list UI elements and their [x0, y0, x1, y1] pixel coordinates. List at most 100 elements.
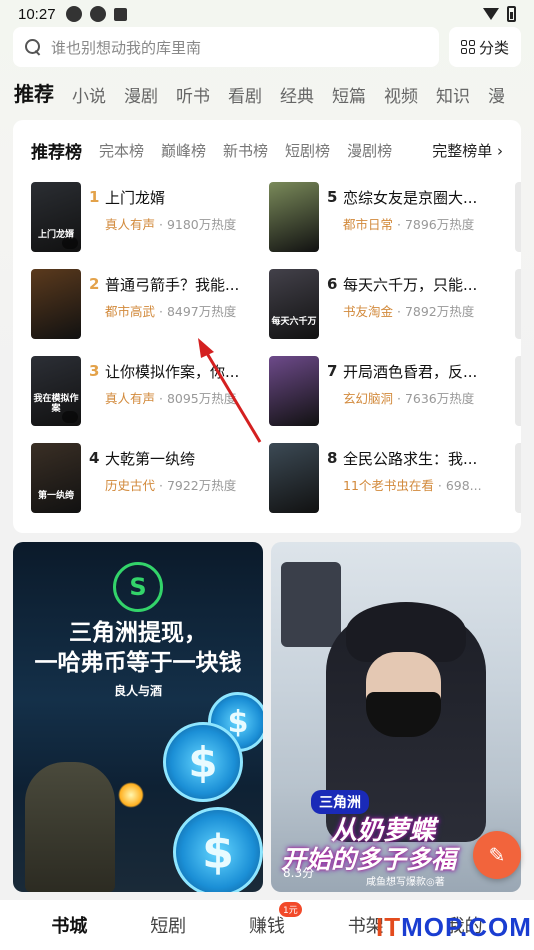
book-heat: 8095万热度 — [166, 391, 237, 406]
book-cover: 每天六千万 — [269, 269, 319, 339]
status-time: 10:27 — [18, 5, 56, 23]
ranking-item[interactable]: 7 开局酒色昏君，反... 玄幻脑洞 · 7636万热度 — [269, 356, 509, 426]
ranking-item[interactable]: 2 普通弓箭手？我能... 都市高武 · 8497万热度 — [31, 269, 271, 339]
rank-number: 8 — [327, 449, 338, 467]
tab-3[interactable]: 听书 — [176, 82, 210, 119]
search-icon — [25, 39, 41, 55]
ranking-tabs: 推荐榜 完本榜 巅峰榜 新书榜 短剧榜 漫剧榜 完整榜单 › — [13, 120, 521, 180]
cover-title: 第一纨绔 — [37, 491, 74, 501]
bottom-nav-item-0[interactable]: 书城 — [29, 912, 109, 938]
ranking-card: 推荐榜 完本榜 巅峰榜 新书榜 短剧榜 漫剧榜 完整榜单 › 上门龙婿 1 上门龙婿 真人有声 ·… — [13, 120, 521, 533]
book-cover — [31, 269, 81, 339]
book-cover[interactable] — [515, 356, 521, 426]
channel-tabs: 推荐 小说 漫剧 听书 看剧 经典 短篇 视频 知识漫 — [0, 67, 534, 119]
book-heat: 7896万热度 — [404, 217, 475, 232]
book-heat: 7922万热度 — [166, 478, 237, 493]
book-title: 恋综女友是京圈大... — [343, 189, 478, 207]
book-cover — [269, 443, 319, 513]
ranking-item[interactable]: 第一纨绔 4 大乾第一纨绔 历史古代 · 7922万热度 — [31, 443, 271, 513]
tab-5[interactable]: 经典 — [280, 82, 314, 119]
full-ranking-link[interactable]: 完整榜单 › — [432, 140, 503, 161]
book-tag: 书友淘金 — [343, 304, 394, 319]
tab-0[interactable]: 推荐 — [14, 78, 54, 119]
watermark: ITMOP.COM — [376, 912, 532, 943]
book-heat: 9180万热度 — [166, 217, 237, 232]
soldier-figure — [25, 762, 115, 892]
battery-icon — [507, 6, 516, 22]
search-placeholder: 谁也别想动我的库里南 — [51, 38, 202, 57]
book-cover: 上门龙婿 — [31, 182, 81, 252]
ranking-item[interactable]: 5 恋综女友是京圈大... 都市日常 · 7896万热度 — [269, 182, 509, 252]
tab-4[interactable]: 看剧 — [228, 82, 262, 119]
book-meta: 都市日常 · 7896万热度 — [343, 217, 475, 232]
search-input[interactable]: 谁也别想动我的库里南 — [13, 27, 439, 67]
book-cover[interactable] — [515, 182, 521, 252]
bottom-nav-item-1[interactable]: 短剧 — [128, 912, 208, 938]
book-tag: 都市高武 — [105, 304, 156, 319]
equipment-illustration — [281, 562, 341, 647]
app-notification-icon — [65, 6, 82, 22]
book-tag: 真人有声 — [105, 217, 156, 232]
play-icon — [62, 237, 78, 249]
banner-score: 8.3分 — [283, 866, 315, 880]
cover-title: 每天六千万 — [271, 317, 317, 327]
tab-9[interactable]: 漫 — [488, 82, 505, 119]
book-cover[interactable] — [515, 269, 521, 339]
ranking-tab-1[interactable]: 完本榜 — [99, 140, 144, 161]
book-cover: 第一纨绔 — [31, 443, 81, 513]
tab-6[interactable]: 短篇 — [332, 82, 366, 119]
book-heat: 8497万热度 — [166, 304, 237, 319]
banner-author: 咸鱼想写爆款◎著 — [366, 877, 445, 888]
book-meta: 玄幻脑洞 · 7636万热度 — [343, 391, 475, 406]
play-icon — [62, 411, 78, 423]
bottom-nav-item-2[interactable]: 赚钱 1元 — [227, 902, 307, 938]
rank-number: 2 — [89, 275, 100, 293]
ranking-tab-3[interactable]: 新书榜 — [223, 140, 268, 161]
book-meta: 11个老书虫在看 · 698... — [343, 478, 482, 493]
tab-7[interactable]: 视频 — [384, 82, 418, 119]
book-heat: 698... — [445, 478, 482, 493]
tab-8[interactable]: 知识 — [436, 82, 470, 119]
game-logo-icon: S — [113, 562, 163, 612]
ranking-tab-4[interactable]: 短剧榜 — [285, 140, 330, 161]
ranking-item[interactable]: 我在模拟作案 3 让你模拟作案，你... 真人有声 · 8095万热度 — [31, 356, 271, 426]
book-cover: 我在模拟作案 — [31, 356, 81, 426]
app-screen: 10:27 谁也别想动我的库里南 分类 推荐 小说 漫剧 听书 看剧 经典 短篇 视频 知识漫 … — [0, 0, 534, 950]
book-banner-left[interactable]: S 三角洲提现， 一哈弗币等于一块钱 良人与酒 $ $ $ — [13, 542, 263, 892]
reward-badge: 1元 — [278, 902, 302, 917]
ranking-item[interactable]: 每天六千万 6 每天六千万，只能... 书友淘金 · 7892万热度 — [269, 269, 509, 339]
book-tag: 历史古代 — [105, 478, 156, 493]
book-meta: 书友淘金 · 7892万热度 — [343, 304, 475, 319]
book-tag: 11个老书虫在看 — [343, 478, 434, 493]
app-notification-icon — [113, 7, 127, 21]
coin-icon: $ — [173, 807, 263, 892]
tab-1[interactable]: 小说 — [72, 82, 106, 119]
bottom-nav-label: 短剧 — [150, 916, 187, 937]
rank-number: 4 — [89, 449, 100, 467]
ranking-tab-0[interactable]: 推荐榜 — [31, 138, 82, 163]
ranking-tab-2[interactable]: 巅峰榜 — [161, 140, 206, 161]
category-button[interactable]: 分类 — [449, 27, 521, 67]
book-title: 上门龙婿 — [105, 189, 166, 207]
ranking-item[interactable]: 8 全民公路求生：我... 11个老书虫在看 · 698... — [269, 443, 509, 513]
book-tag: 玄幻脑洞 — [343, 391, 394, 406]
wifi-icon — [483, 8, 499, 20]
grid-icon — [460, 40, 475, 54]
banner-title-line2: 一哈弗币等于一块钱 — [34, 650, 242, 676]
watermark-part1: IT — [376, 912, 402, 942]
character-mask — [366, 692, 441, 737]
ranking-item[interactable]: 上门龙婿 1 上门龙婿 真人有声 · 9180万热度 — [31, 182, 271, 252]
feather-icon: ✎ — [488, 843, 506, 867]
tab-2[interactable]: 漫剧 — [124, 82, 158, 119]
status-bar: 10:27 — [0, 0, 534, 28]
bottom-nav-label: 书城 — [51, 916, 88, 937]
book-title: 开局酒色昏君，反... — [343, 363, 478, 381]
banner-title: 三角洲提现， 一哈弗币等于一块钱 — [13, 618, 263, 678]
book-title: 全民公路求生：我... — [343, 450, 478, 468]
ranking-tab-5[interactable]: 漫剧榜 — [347, 140, 392, 161]
book-cover[interactable] — [515, 443, 521, 513]
rank-number: 7 — [327, 362, 338, 380]
write-button[interactable]: ✎ — [473, 831, 521, 879]
book-title: 普通弓箭手？我能... — [105, 276, 240, 294]
coin-icon: $ — [163, 722, 243, 802]
